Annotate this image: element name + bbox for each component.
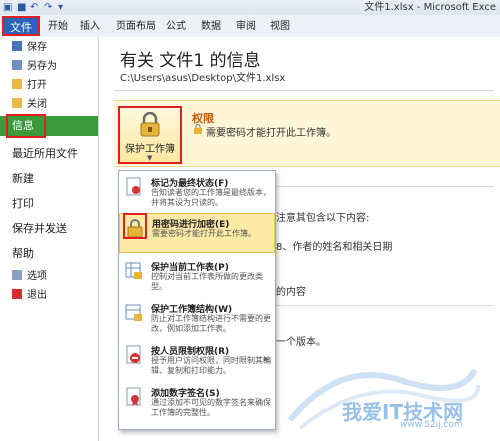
sidebar-item-label: 关闭 <box>27 99 47 110</box>
tab-insert[interactable]: 插入 <box>80 19 100 35</box>
versions-text: 一个版本。 <box>276 337 326 348</box>
divider <box>114 90 494 91</box>
menu-item-desc: 控制对当前工作表所做的更改类型。 <box>151 272 263 291</box>
save-icon <box>12 41 22 51</box>
menu-item-desc: 防止对工作簿结构进行不需要的更改，例如添加工作表。 <box>151 314 271 333</box>
permissions-desc: 需要密码才能打开此工作簿。 <box>206 128 336 139</box>
sidebar-item-options[interactable]: 选项 <box>12 269 47 285</box>
sidebar-item-label: 打开 <box>27 80 47 91</box>
submenu-arrow-icon: ▶ <box>263 355 269 363</box>
menu-item-mark-final[interactable]: 标记为最终状态(F) 告知读者您的工作簿是最终版本，并将其设为只读的。 <box>119 173 275 213</box>
close-folder-icon <box>12 98 22 108</box>
divider <box>274 305 494 306</box>
lock-icon <box>140 112 160 137</box>
ribbon-tabs: 开始 插入 页面布局 公式 数据 审阅 视图 <box>0 15 500 38</box>
divider <box>274 186 494 187</box>
sidebar-item-help[interactable]: 帮助 <box>12 246 34 262</box>
inspect-text-3: 的内容 <box>276 287 306 298</box>
page-title: 有关 文件1 的信息 <box>120 51 261 71</box>
tab-view[interactable]: 视图 <box>270 19 290 35</box>
tab-page-layout[interactable]: 页面布局 <box>116 19 156 35</box>
sidebar-item-label: 另存为 <box>27 61 57 72</box>
menu-item-desc: 需要密码才能打开此工作簿。 <box>152 229 256 238</box>
inspect-text: 注意其包含以下内容: <box>276 213 370 224</box>
window-title: 文件1.xlsx - Microsoft Exce <box>364 2 496 13</box>
info-highlight-box <box>6 114 46 138</box>
chevron-down-icon: ▼ <box>147 154 153 162</box>
inspect-text-2: 8、作者的姓名和相关日期 <box>276 242 393 253</box>
exit-icon <box>12 289 22 299</box>
encrypt-highlight-box <box>123 213 147 239</box>
tab-formulas[interactable]: 公式 <box>166 19 186 35</box>
menu-item-restrict-permission[interactable]: 按人员限制权限(R) 授予用户访问权限，同时限制其编辑、复制和打印能力。 ▶ <box>119 341 275 381</box>
watermark-url: www.52ij.com <box>400 420 463 430</box>
sidebar-item-label: 退出 <box>27 290 47 301</box>
excel-icon[interactable]: ▣ <box>3 1 12 14</box>
menu-item-desc: 授予用户访问权限，同时限制其编辑、复制和打印能力。 <box>151 356 271 375</box>
save-as-icon <box>12 60 22 70</box>
options-icon <box>12 270 22 280</box>
menu-item-protect-sheet[interactable]: 保护当前工作表(P) 控制对当前工作表所做的更改类型。 <box>119 257 275 297</box>
tab-review[interactable]: 审阅 <box>236 19 256 35</box>
sidebar-item-save-as[interactable]: 另存为 <box>12 59 57 75</box>
sidebar-item-close[interactable]: 关闭 <box>12 97 47 113</box>
protect-sheet-icon <box>125 262 142 279</box>
sidebar-item-recent[interactable]: 最近所用文件 <box>12 146 78 162</box>
menu-item-digital-signature[interactable]: 添加数字签名(S) 通过添加不可见的数字签名来确保工作簿的完整性。 <box>119 383 275 423</box>
sidebar-item-new[interactable]: 新建 <box>12 171 34 187</box>
protect-workbook-label: 保护工作簿 <box>125 144 175 155</box>
file-path: C:\Users\asus\Desktop\文件1.xlsx <box>120 73 286 84</box>
protect-structure-icon <box>125 304 142 321</box>
menu-item-desc: 告知读者您的工作簿是最终版本，并将其设为只读的。 <box>151 188 271 207</box>
sidebar-item-save-send[interactable]: 保存并发送 <box>12 221 67 237</box>
tab-data[interactable]: 数据 <box>201 19 221 35</box>
redo-icon[interactable]: ↷ <box>44 1 52 14</box>
undo-icon[interactable]: ↶ <box>30 1 38 14</box>
quick-access-dropdown-icon[interactable]: ▾ <box>58 1 63 14</box>
protect-workbook-button[interactable]: 保护工作簿 ▼ <box>118 106 182 164</box>
restrict-permission-icon <box>126 345 141 364</box>
protect-workbook-menu: 标记为最终状态(F) 告知读者您的工作簿是最终版本，并将其设为只读的。 用密码进… <box>118 170 276 430</box>
sidebar-item-exit[interactable]: 退出 <box>12 288 47 304</box>
sidebar-item-open[interactable]: 打开 <box>12 78 47 94</box>
save-icon[interactable]: ■ <box>17 1 26 14</box>
menu-item-desc: 通过添加不可见的数字签名来确保工作簿的完整性。 <box>151 398 271 417</box>
sidebar-item-label: 选项 <box>27 271 47 282</box>
mark-final-icon <box>126 177 141 196</box>
digital-signature-icon <box>126 387 141 406</box>
menu-item-protect-structure[interactable]: 保护工作簿结构(W) 防止对工作簿结构进行不需要的更改，例如添加工作表。 <box>119 299 275 339</box>
sidebar-item-save[interactable]: 保存 <box>12 40 47 56</box>
sidebar-item-print[interactable]: 打印 <box>12 196 34 212</box>
warning-lock-icon <box>194 124 202 134</box>
open-folder-icon <box>12 79 22 89</box>
tab-file[interactable]: 文件 <box>2 16 40 36</box>
title-bar: ▣ ■ ↶ ↷ ▾ 文件1.xlsx - Microsoft Exce <box>0 0 500 15</box>
sidebar-item-label: 保存 <box>27 42 47 53</box>
selected-arrow <box>90 116 98 136</box>
tab-home[interactable]: 开始 <box>48 19 68 35</box>
